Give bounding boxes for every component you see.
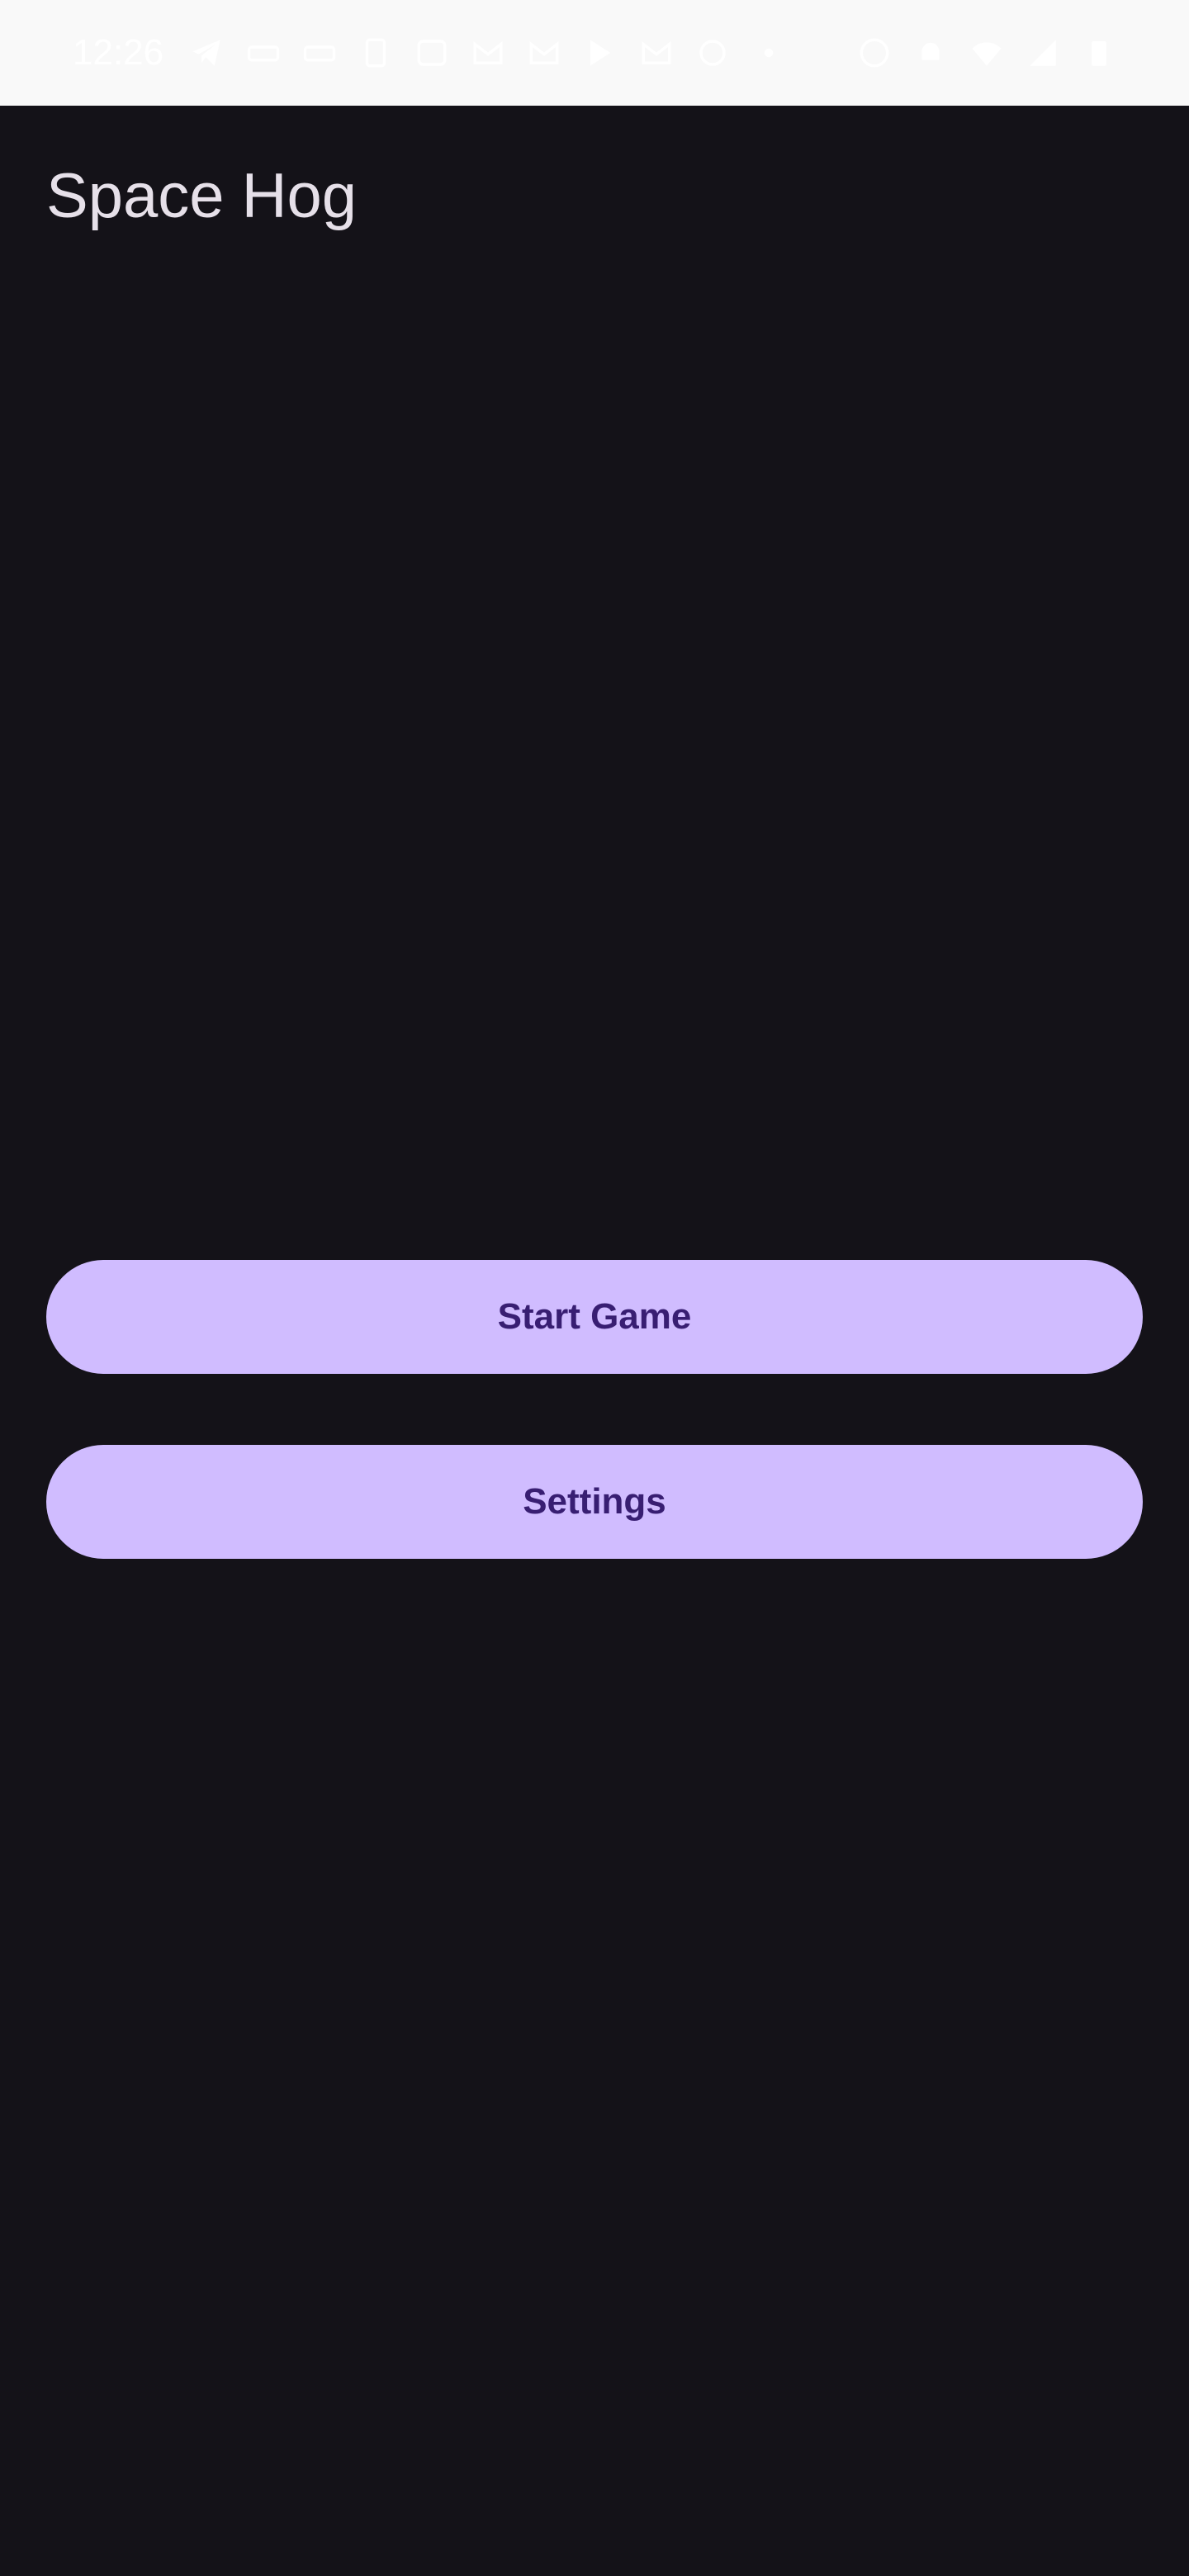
notification-icons bbox=[190, 36, 786, 70]
sync-icon bbox=[414, 36, 449, 70]
wifi-icon bbox=[969, 36, 1004, 70]
sim-icon bbox=[358, 36, 393, 70]
signal-icon bbox=[1026, 36, 1060, 70]
start-game-button[interactable]: Start Game bbox=[46, 1260, 1143, 1374]
pinwheel-icon bbox=[695, 36, 730, 70]
settings-button[interactable]: Settings bbox=[46, 1445, 1143, 1559]
app-title: Space Hog bbox=[46, 161, 358, 231]
play-icon bbox=[583, 36, 618, 70]
dot-icon bbox=[751, 36, 786, 70]
bell-off-icon bbox=[913, 36, 948, 70]
system-icons bbox=[857, 36, 1116, 70]
gmail-icon bbox=[527, 36, 561, 70]
status-bar: 12:26 bbox=[0, 0, 1189, 106]
main-screen: Space Hog Start Game Settings bbox=[0, 106, 1189, 2576]
smiley-icon bbox=[857, 36, 892, 70]
tag-icon bbox=[246, 36, 281, 70]
battery-icon bbox=[1082, 36, 1116, 70]
telegram-icon bbox=[190, 36, 225, 70]
tag-icon bbox=[302, 36, 337, 70]
status-time: 12:26 bbox=[73, 32, 164, 73]
gmail-icon bbox=[639, 36, 674, 70]
gmail-icon bbox=[471, 36, 505, 70]
